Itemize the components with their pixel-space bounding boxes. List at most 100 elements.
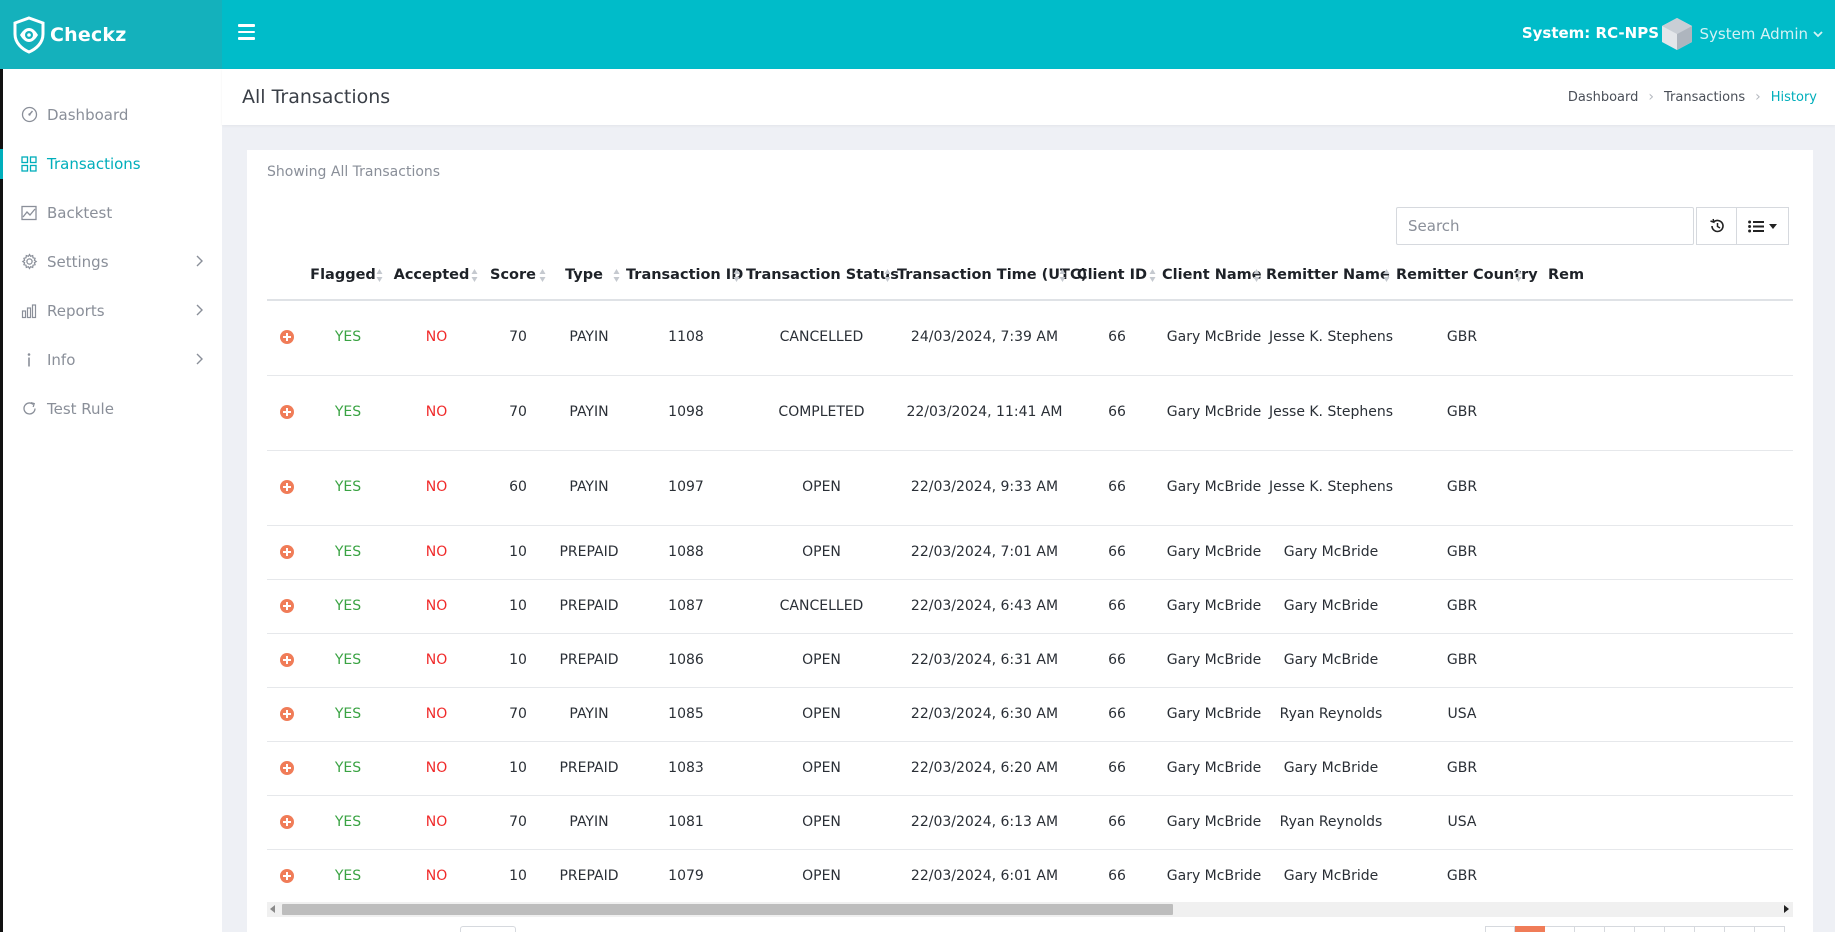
expand-row-icon[interactable]: [280, 652, 294, 667]
expand-row-icon[interactable]: [280, 330, 294, 345]
breadcrumb-separator-icon: ›: [1648, 89, 1654, 105]
table-row[interactable]: YES NO 60 PAYIN 1097 OPEN 22/03/2024, 9:33 AM 6…: [267, 450, 1793, 526]
history-icon: [1709, 218, 1724, 233]
sidebar-item-settings[interactable]: Settings: [3, 237, 222, 286]
column-header-remitter-name[interactable]: Remitter Name: [1266, 251, 1396, 301]
column-header-transaction-time[interactable]: Transaction Time (UTC): [897, 251, 1087, 301]
pagination-button[interactable]: [1695, 926, 1725, 932]
table-row[interactable]: YES NO 10 PREPAID 1086 OPEN 22/03/2024, 6:31 A…: [267, 633, 1793, 688]
cell-transaction-id: 1108: [626, 300, 746, 376]
scroll-left-icon[interactable]: [270, 905, 275, 913]
cell-client-name: Gary McBride: [1162, 633, 1266, 688]
expand-row-icon[interactable]: [280, 544, 294, 559]
scroll-right-icon[interactable]: [1784, 905, 1789, 913]
expand-row-icon[interactable]: [280, 760, 294, 775]
column-header-type[interactable]: Type: [552, 251, 626, 301]
column-header-transaction-status[interactable]: Transaction Status: [746, 251, 899, 301]
horizontal-scrollbar[interactable]: [267, 902, 1793, 917]
transactions-table: Flagged Accepted Score Type Transaction …: [267, 251, 1793, 901]
cell-transaction-id: 1087: [626, 579, 746, 634]
cell-rem: [1528, 741, 1793, 796]
breadcrumb: Dashboard › Transactions › History: [1568, 89, 1817, 105]
pagination-button[interactable]: [1485, 926, 1515, 932]
expand-row-icon[interactable]: [280, 814, 294, 829]
transactions-table-container[interactable]: Flagged Accepted Score Type Transaction …: [267, 251, 1793, 901]
sidebar-item-test-rule[interactable]: Test Rule: [3, 384, 222, 433]
column-header-remitter-country[interactable]: Remitter Country: [1396, 251, 1538, 301]
pagination-button[interactable]: [1575, 926, 1605, 932]
table-row[interactable]: YES NO 10 PREPAID 1079 OPEN 22/03/2024, 6:01 A…: [267, 849, 1793, 901]
column-header-client-id[interactable]: Client ID: [1072, 251, 1162, 301]
expand-cell: [267, 525, 307, 580]
column-header-rem[interactable]: Rem: [1528, 251, 1793, 301]
menu-toggle-icon[interactable]: [238, 24, 255, 44]
sidebar-item-label: Transactions: [47, 154, 141, 173]
expand-row-icon[interactable]: [280, 598, 294, 613]
pagination-button[interactable]: [1515, 926, 1545, 932]
pagination-button[interactable]: [1635, 926, 1665, 932]
table-row[interactable]: YES NO 70 PAYIN 1085 OPEN 22/03/2024, 6:30 AM 6…: [267, 687, 1793, 742]
pagination-button[interactable]: [1545, 926, 1575, 932]
cell-client-name: Gary McBride: [1162, 579, 1266, 634]
cell-remitter-country: GBR: [1396, 741, 1528, 796]
cell-flagged: YES: [307, 633, 389, 688]
pagination-button[interactable]: [1755, 926, 1785, 932]
column-header-score[interactable]: Score: [484, 251, 552, 301]
sidebar-item-transactions[interactable]: Transactions: [0, 139, 222, 188]
expand-row-icon[interactable]: [280, 405, 294, 419]
expand-cell: [267, 687, 307, 742]
sidebar-item-backtest[interactable]: Backtest: [3, 188, 222, 237]
user-menu[interactable]: System Admin: [1661, 17, 1823, 51]
cell-transaction-status: CANCELLED: [746, 579, 897, 634]
cell-type: PAYIN: [552, 450, 626, 526]
column-header-flagged[interactable]: Flagged: [307, 251, 389, 301]
cell-score: 70: [484, 300, 552, 376]
top-bar: Checkz System: RC-NPS System Admin: [0, 0, 1835, 69]
cell-accepted: NO: [389, 687, 484, 742]
cell-rem: [1528, 633, 1793, 688]
expand-cell: [267, 579, 307, 634]
cell-transaction-status: OPEN: [746, 687, 897, 742]
search-input[interactable]: [1396, 207, 1694, 245]
table-row[interactable]: YES NO 70 PAYIN 1081 OPEN 22/03/2024, 6:13 AM 6…: [267, 795, 1793, 850]
cell-client-name: Gary McBride: [1162, 795, 1266, 850]
expand-row-icon[interactable]: [280, 480, 294, 494]
table-row[interactable]: YES NO 10 PREPAID 1083 OPEN 22/03/2024, 6:20 A…: [267, 741, 1793, 796]
cell-client-id: 66: [1072, 450, 1162, 526]
cell-rem: [1528, 849, 1793, 901]
table-row[interactable]: YES NO 70 PAYIN 1098 COMPLETED 22/03/2024, 11:…: [267, 375, 1793, 451]
table-row[interactable]: YES NO 70 PAYIN 1108 CANCELLED 24/03/2024, 7:3…: [267, 300, 1793, 376]
sidebar-item-reports[interactable]: Reports: [3, 286, 222, 335]
cell-rem: [1528, 450, 1793, 526]
history-button[interactable]: [1696, 207, 1737, 245]
cell-transaction-id: 1085: [626, 687, 746, 742]
pagination-button[interactable]: [1605, 926, 1635, 932]
sidebar-item-info[interactable]: Info: [3, 335, 222, 384]
brand[interactable]: Checkz: [0, 0, 222, 69]
cell-client-name: Gary McBride: [1162, 375, 1266, 451]
columns-toggle-button[interactable]: [1737, 207, 1789, 245]
column-header-accepted[interactable]: Accepted: [389, 251, 484, 301]
info-icon: [20, 351, 38, 369]
cell-remitter-country: GBR: [1396, 849, 1528, 901]
sort-icon: [1253, 269, 1260, 282]
column-header-client-name[interactable]: Client Name: [1162, 251, 1266, 301]
cell-score: 10: [484, 741, 552, 796]
table-row[interactable]: YES NO 10 PREPAID 1087 CANCELLED 22/03/2024, 6…: [267, 579, 1793, 634]
expand-row-icon[interactable]: [280, 868, 294, 883]
breadcrumb-item-dashboard[interactable]: Dashboard: [1568, 90, 1639, 105]
chevron-right-icon: [196, 353, 203, 365]
pagination-button[interactable]: [1725, 926, 1755, 932]
sidebar-item-dashboard[interactable]: Dashboard: [3, 90, 222, 139]
pagination-button[interactable]: [1665, 926, 1695, 932]
column-header-transaction-id[interactable]: Transaction ID: [626, 251, 746, 301]
sort-icon: [1149, 269, 1156, 282]
cell-client-name: Gary McBride: [1162, 849, 1266, 901]
scrollbar-thumb[interactable]: [282, 904, 1173, 915]
breadcrumb-item-transactions[interactable]: Transactions: [1664, 90, 1745, 105]
expand-row-icon[interactable]: [280, 706, 294, 721]
page-size-select[interactable]: [460, 926, 516, 932]
shield-eye-logo-icon: [13, 15, 45, 54]
table-row[interactable]: YES NO 10 PREPAID 1088 OPEN 22/03/2024, 7:01 A…: [267, 525, 1793, 580]
cell-remitter-name: Jesse K. Stephens: [1266, 300, 1396, 376]
